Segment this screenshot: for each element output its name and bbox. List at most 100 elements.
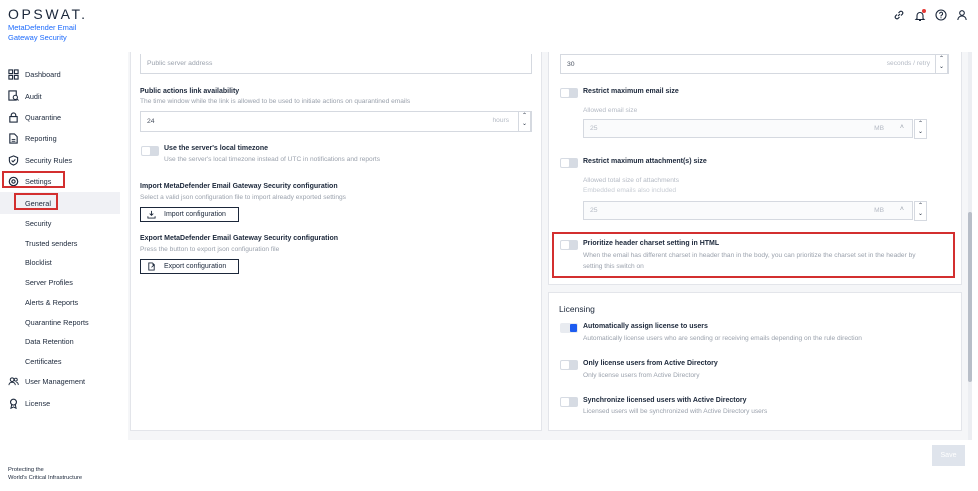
links-availability-input[interactable]: 24 hours ⌃ ⌄ <box>140 111 532 132</box>
retry-interval-unit: seconds / retry <box>886 60 930 67</box>
chevron-up-icon: ˄ <box>899 124 904 131</box>
links-availability-stepper[interactable]: ⌃ ⌄ <box>518 111 531 132</box>
sidebar-item-label: User Management <box>25 377 86 387</box>
export-configuration-label: Export configuration <box>164 263 227 270</box>
user-icon[interactable] <box>956 9 968 21</box>
ad-only-license-toggle[interactable] <box>560 360 578 370</box>
chevron-up-icon: ˄ <box>899 206 904 213</box>
shield-icon <box>8 154 19 166</box>
sidebar-item-user-management[interactable]: User Management <box>0 371 120 392</box>
sidebar-item-label: License <box>25 398 51 408</box>
footer-line1: Protecting the <box>8 467 44 473</box>
sidebar-item-label: Audit <box>25 91 42 101</box>
sidebar-item-audit[interactable]: Audit <box>0 85 120 106</box>
sidebar-subitem-label: Blocklist <box>25 258 52 268</box>
sync-ad-license-desc: Licensed users will be synchronized with… <box>583 408 768 415</box>
max-email-size-stepper[interactable]: ⌃ ⌄ <box>914 119 927 139</box>
max-attachment-size-value: 25 <box>590 207 598 214</box>
sidebar-subitem-quarantine-reports[interactable]: Quarantine Reports <box>0 312 120 332</box>
sidebar-subitem-label: Certificates <box>25 356 62 366</box>
report-icon <box>9 133 18 144</box>
sidebar-item-reporting[interactable]: Reporting <box>0 128 120 149</box>
help-icon[interactable] <box>935 9 947 21</box>
download-icon <box>147 210 156 219</box>
sidebar-item-security-rules[interactable]: Security Rules <box>0 150 120 171</box>
sidebar-subitem-label: Quarantine Reports <box>25 317 89 327</box>
users-icon <box>8 377 19 386</box>
max-email-size-toggle[interactable] <box>560 88 578 98</box>
header-charset-highlight-box <box>552 232 955 278</box>
content-scrollbar[interactable] <box>968 52 972 440</box>
links-availability-value: 24 <box>147 118 155 125</box>
export-config-title: Export MetaDefender Email Gateway Securi… <box>140 235 338 242</box>
sidebar-subitem-server-profiles[interactable]: Server Profiles <box>0 273 120 293</box>
notification-bell-icon[interactable] <box>914 9 926 21</box>
sidebar-subitem-security[interactable]: Security <box>0 214 120 234</box>
sidebar-item-label: Quarantine <box>25 112 62 122</box>
save-button[interactable]: Save <box>932 445 965 466</box>
retry-interval-stepper[interactable]: ⌃ ⌄ <box>935 54 948 74</box>
public-server-address-input[interactable]: Public server address <box>140 54 532 74</box>
max-email-size-input[interactable]: 25 MB ˄ <box>583 119 913 138</box>
sidebar-subitem-label: Server Profiles <box>25 278 73 288</box>
local-timezone-toggle[interactable] <box>141 146 159 156</box>
sidebar-item-license[interactable]: License <box>0 393 120 414</box>
max-email-size-value: 25 <box>590 125 598 132</box>
app-window: OPSWAT. MetaDefender Email Gateway Secur… <box>0 0 978 491</box>
auto-assign-license-title: Automatically assign license to users <box>583 323 708 330</box>
opswat-logo[interactable]: OPSWAT. MetaDefender Email Gateway Secur… <box>8 6 88 42</box>
public-server-placeholder: Public server address <box>147 60 213 67</box>
general-highlight-box <box>14 193 58 210</box>
import-config-title: Import MetaDefender Email Gateway Securi… <box>140 183 338 190</box>
sidebar-subitem-certificates[interactable]: Certificates <box>0 352 120 372</box>
product-name-line1: MetaDefender Email <box>8 23 77 32</box>
max-attachment-size-sub2: Embedded emails also included <box>583 187 677 194</box>
sidebar-subitem-label: Security <box>25 219 52 229</box>
sync-ad-license-title: Synchronize licensed users with Active D… <box>583 397 747 404</box>
licensing-title: Licensing <box>559 304 595 314</box>
dashboard-icon <box>8 69 19 80</box>
sidebar-subitem-label: Trusted senders <box>25 238 78 248</box>
sync-ad-license-toggle[interactable] <box>560 397 578 407</box>
links-availability-title: Public actions link availability <box>140 88 240 95</box>
notification-dot <box>922 9 926 13</box>
product-name-line2: Gateway Security <box>8 32 67 42</box>
sidebar-subitem-alerts-reports[interactable]: Alerts & Reports <box>0 292 120 312</box>
links-availability-unit: hours <box>492 117 510 124</box>
sidebar-item-quarantine[interactable]: Quarantine <box>0 107 120 128</box>
sidebar-subitem-trusted-senders[interactable]: Trusted senders <box>0 233 120 253</box>
import-configuration-label: Import configuration <box>164 211 226 218</box>
local-timezone-title: Use the server's local timezone <box>164 145 268 152</box>
topbar-icons <box>893 9 968 21</box>
max-attachment-size-toggle[interactable] <box>560 158 578 168</box>
scrollbar-thumb[interactable] <box>968 212 972 382</box>
export-configuration-button[interactable]: Export configuration <box>140 259 239 274</box>
sidebar-item-label: Dashboard <box>25 70 61 80</box>
links-availability-desc: The time window while the link is allowe… <box>140 98 411 105</box>
sidebar-item-dashboard[interactable]: Dashboard <box>0 64 120 85</box>
link-icon[interactable] <box>893 9 905 21</box>
max-attachment-size-stepper[interactable]: ⌃ ⌄ <box>914 201 927 221</box>
sidebar-subitem-blocklist[interactable]: Blocklist <box>0 253 120 273</box>
auto-assign-license-toggle[interactable] <box>560 323 578 333</box>
license-icon <box>10 398 17 409</box>
export-config-desc: Press the button to export json configur… <box>140 246 280 253</box>
max-attachment-size-sub1: Allowed total size of attachments <box>583 177 680 184</box>
sidebar-subitem-label: Data Retention <box>25 337 74 347</box>
import-configuration-button[interactable]: Import configuration <box>140 207 239 222</box>
export-icon <box>148 262 155 271</box>
max-attachment-size-input[interactable]: 25 MB ˄ <box>583 201 913 220</box>
sidebar-subitem-data-retention[interactable]: Data Retention <box>0 332 120 352</box>
sidebar: OPSWAT. MetaDefender Email Gateway Secur… <box>0 0 120 491</box>
max-attachment-size-unit: MB <box>874 207 884 214</box>
footer-tagline: Protecting the World's Critical Infrastr… <box>8 466 82 482</box>
footer-line2: World's Critical Infrastructure <box>8 475 83 481</box>
retry-interval-value: 30 <box>567 60 575 68</box>
auto-assign-license-desc: Automatically license users who are send… <box>583 335 862 342</box>
retry-interval-input[interactable]: 30 seconds / retry ⌃ ⌄ <box>560 54 949 74</box>
sidebar-item-label: Reporting <box>25 134 57 144</box>
local-timezone-desc: Use the server's local timezone instead … <box>164 156 381 163</box>
logo-wordmark: OPSWAT. <box>8 6 88 22</box>
sidebar-nav: Dashboard Audit Quarantine Reporting Sec… <box>0 64 120 414</box>
max-email-size-title: Restrict maximum email size <box>583 88 679 95</box>
